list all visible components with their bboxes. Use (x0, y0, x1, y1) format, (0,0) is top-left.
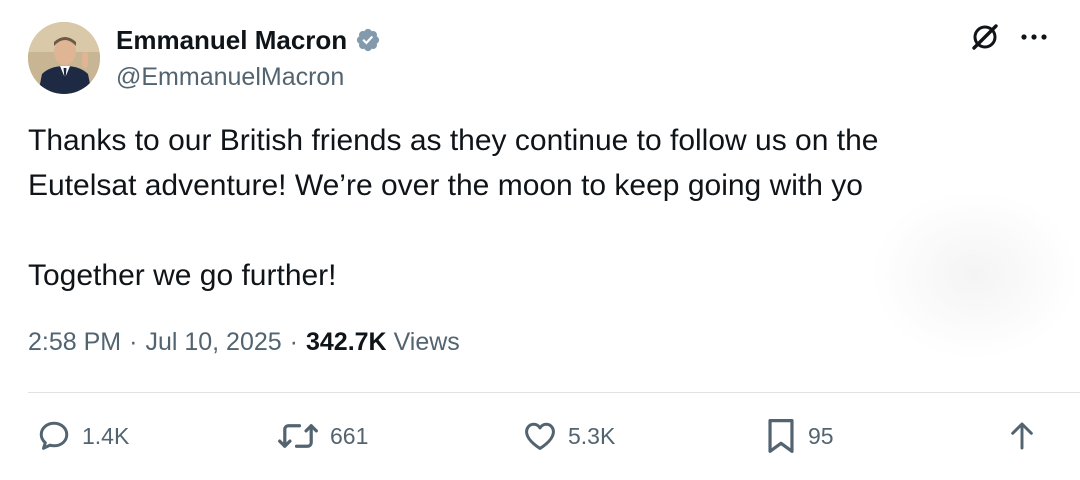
tweet-time[interactable]: 2:58 PM (28, 324, 121, 360)
share-icon (1011, 422, 1033, 450)
grok-icon[interactable] (970, 22, 1000, 52)
bookmark-button[interactable]: 95 (764, 414, 834, 458)
author-display-name[interactable]: Emmanuel Macron (116, 24, 347, 56)
more-icon[interactable] (1020, 33, 1048, 41)
bookmark-count: 95 (808, 422, 834, 449)
top-actions (970, 22, 1048, 52)
repost-button[interactable]: 661 (276, 414, 368, 458)
views-label: Views (393, 328, 460, 356)
tweet-line: Thanks to our British friends as they co… (28, 124, 879, 157)
action-bar: 1.4K 661 5.3K 95 (0, 414, 1080, 458)
author-handle[interactable]: @EmmanuelMacron (116, 61, 344, 93)
share-button[interactable] (1006, 414, 1038, 458)
reply-count: 1.4K (82, 422, 130, 449)
divider (28, 392, 1080, 393)
meta-separator: · (289, 328, 298, 356)
reply-icon (39, 421, 69, 450)
views-count: 342.7K (305, 328, 387, 356)
author-name-row: Emmanuel Macron (116, 24, 381, 56)
tweet-line (28, 208, 1028, 253)
reply-button[interactable]: 1.4K (36, 414, 129, 458)
repost-icon (278, 424, 318, 448)
tweet-date[interactable]: Jul 10, 2025 (145, 324, 281, 360)
like-button[interactable]: 5.3K (522, 414, 615, 458)
repost-count: 661 (330, 422, 369, 449)
bookmark-icon (768, 419, 794, 453)
tweet-line: Eutelsat adventure! We’re over the moon … (28, 169, 863, 202)
tweet-text: Thanks to our British friends as they co… (28, 118, 1028, 298)
like-count: 5.3K (568, 422, 616, 449)
avatar[interactable] (28, 22, 100, 94)
meta-separator: · (129, 328, 138, 356)
avatar-photo (28, 22, 100, 94)
heart-icon (525, 422, 555, 450)
tweet-line: Together we go further! (28, 259, 337, 292)
verified-badge-icon[interactable] (355, 27, 381, 53)
tweet-meta: 2:58 PM · Jul 10, 2025 · 342.7K Views (28, 324, 460, 360)
